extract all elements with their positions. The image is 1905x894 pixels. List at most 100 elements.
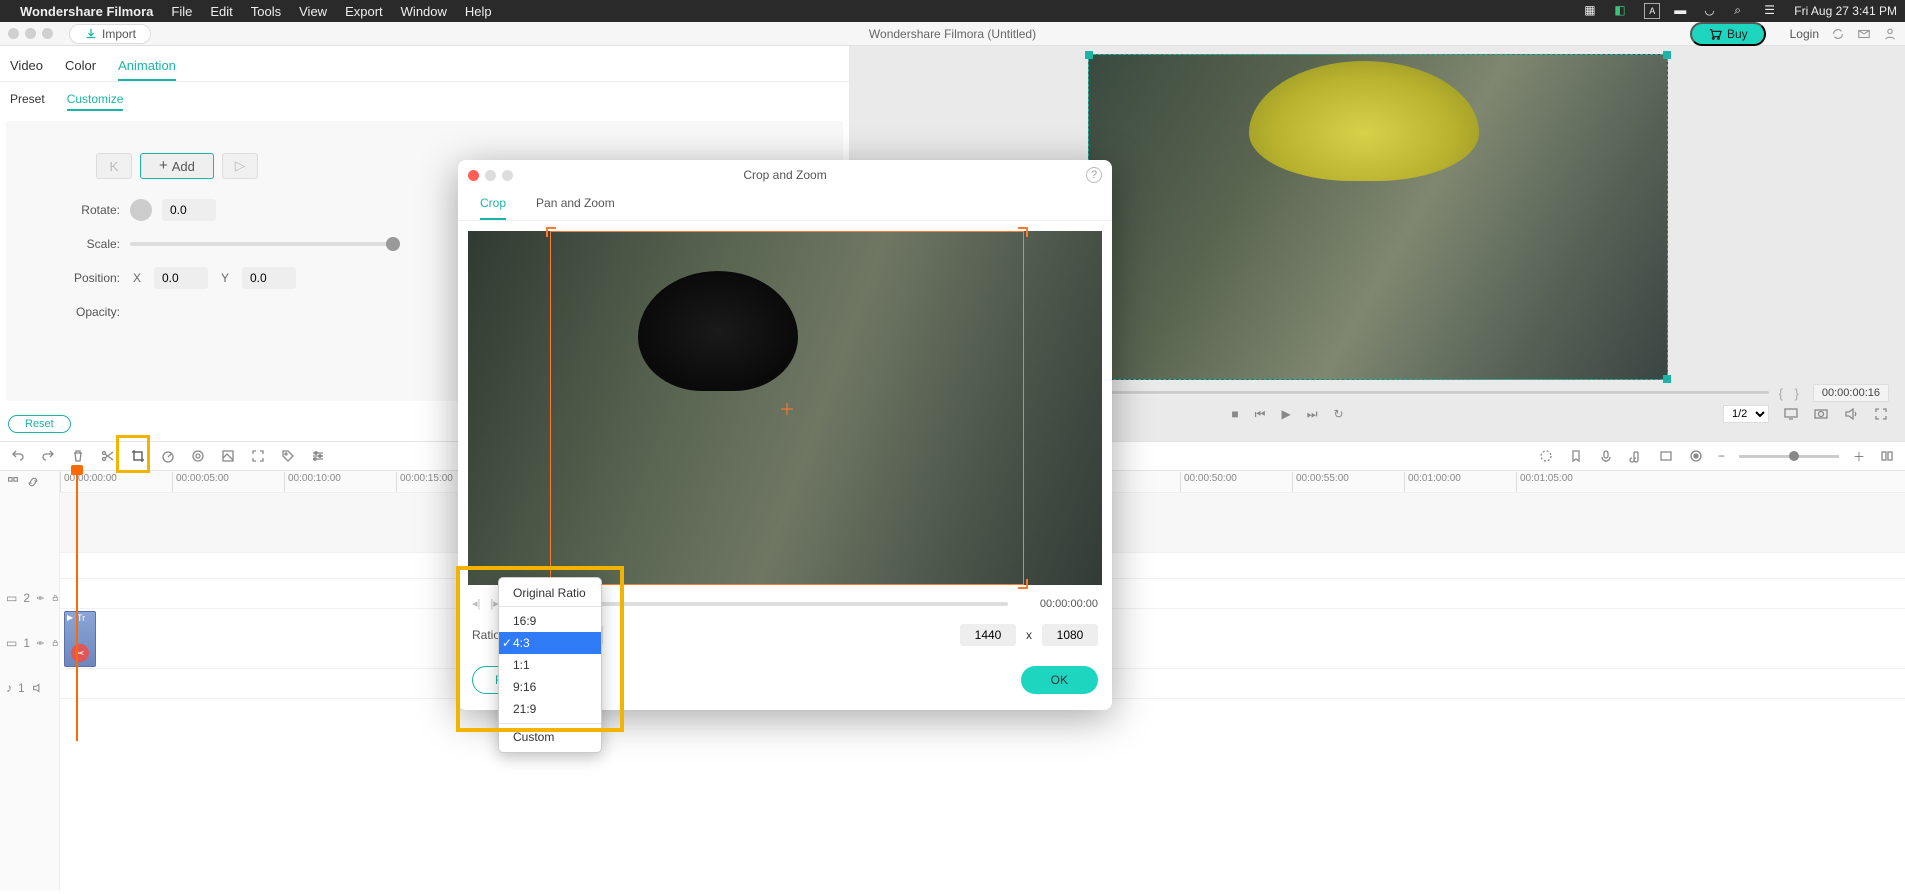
- login-link[interactable]: Login: [1790, 27, 1819, 41]
- tab-video[interactable]: Video: [10, 58, 43, 81]
- ratio-option-4-3[interactable]: 4:3: [499, 632, 601, 654]
- account-icon[interactable]: [1883, 27, 1897, 41]
- resize-handle-br[interactable]: [1663, 375, 1671, 383]
- preview-canvas[interactable]: [1088, 54, 1668, 380]
- status-battery-icon[interactable]: ▬: [1674, 3, 1690, 19]
- mail-icon[interactable]: [1857, 27, 1871, 41]
- voiceover-icon[interactable]: [1598, 448, 1614, 464]
- window-traffic-lights[interactable]: [8, 28, 53, 39]
- track-audio1-mute-icon[interactable]: [31, 681, 45, 695]
- resize-handle-tr[interactable]: [1663, 51, 1671, 59]
- tracks-manage-icon[interactable]: [6, 475, 20, 489]
- status-wifi-icon[interactable]: ◡: [1704, 3, 1720, 19]
- prev-keyframe-button[interactable]: K: [96, 153, 132, 179]
- properties-reset-button[interactable]: Reset: [8, 415, 71, 433]
- resize-handle-tl[interactable]: [1085, 51, 1093, 59]
- audio-icon[interactable]: [1628, 448, 1644, 464]
- track-video2-eye-icon[interactable]: [36, 591, 44, 605]
- menu-export[interactable]: Export: [345, 4, 383, 19]
- subtab-preset[interactable]: Preset: [10, 92, 45, 111]
- crop-preview[interactable]: ＋: [468, 231, 1102, 585]
- render-icon[interactable]: [1658, 448, 1674, 464]
- track-video2-lock-icon[interactable]: [51, 591, 59, 605]
- menu-help[interactable]: Help: [465, 4, 492, 19]
- track-video1-lock-icon[interactable]: [51, 636, 59, 650]
- crop-icon[interactable]: [130, 448, 146, 464]
- tab-color[interactable]: Color: [65, 58, 96, 81]
- track-audio1-icon[interactable]: ♪: [6, 681, 12, 695]
- redo-icon[interactable]: [40, 448, 56, 464]
- add-keyframe-button[interactable]: +Add: [140, 153, 214, 179]
- dialog-traffic-lights[interactable]: [468, 170, 513, 181]
- timeline-clip[interactable]: ▶ Tr ✂: [64, 611, 96, 667]
- crop-handle-br[interactable]: [1018, 579, 1028, 589]
- crop-width-input[interactable]: [960, 624, 1016, 646]
- preview-prev-icon[interactable]: ⏮: [1255, 407, 1266, 422]
- menu-view[interactable]: View: [299, 4, 327, 19]
- status-control-center-icon[interactable]: ☰: [1764, 3, 1780, 19]
- position-y-input[interactable]: [242, 267, 296, 289]
- track-video1-icon[interactable]: ▭: [6, 636, 17, 650]
- next-keyframe-button[interactable]: ▷: [222, 153, 258, 179]
- tab-animation[interactable]: Animation: [118, 58, 176, 81]
- rotate-knob[interactable]: [130, 199, 152, 221]
- tag-icon[interactable]: [280, 448, 296, 464]
- crop-handle-tr[interactable]: [1018, 227, 1028, 237]
- tracks-link-icon[interactable]: [26, 475, 40, 489]
- buy-button[interactable]: Buy: [1690, 22, 1766, 46]
- track-video2-icon[interactable]: ▭: [6, 591, 17, 605]
- zoom-out-icon[interactable]: −: [1718, 449, 1725, 463]
- ratio-option-21-9[interactable]: 21:9: [499, 698, 601, 720]
- zoom-in-icon[interactable]: ＋: [1853, 448, 1865, 465]
- ratio-option-custom[interactable]: Custom: [499, 723, 601, 748]
- subtab-customize[interactable]: Customize: [67, 92, 124, 111]
- import-button[interactable]: Import: [69, 24, 151, 44]
- delete-icon[interactable]: [70, 448, 86, 464]
- record-icon[interactable]: [1688, 448, 1704, 464]
- status-search-icon[interactable]: ⌕: [1734, 3, 1750, 19]
- timeline-zoom-slider[interactable]: [1739, 455, 1839, 458]
- speed-icon[interactable]: [160, 448, 176, 464]
- menu-tools[interactable]: Tools: [251, 4, 281, 19]
- track-video1-eye-icon[interactable]: [36, 636, 44, 650]
- ratio-option-16-9[interactable]: 16:9: [499, 610, 601, 632]
- menu-file[interactable]: File: [171, 4, 192, 19]
- tab-crop[interactable]: Crop: [480, 196, 506, 220]
- preview-volume-icon[interactable]: [1843, 406, 1859, 422]
- tab-pan-zoom[interactable]: Pan and Zoom: [536, 196, 615, 220]
- crop-step-back-icon[interactable]: ◂|: [472, 597, 480, 610]
- ratio-option-9-16[interactable]: 9:16: [499, 676, 601, 698]
- color-icon[interactable]: [190, 448, 206, 464]
- cloud-sync-icon[interactable]: [1831, 27, 1845, 41]
- preview-timecode[interactable]: 00:00:00:16: [1813, 384, 1889, 402]
- adjust-icon[interactable]: [310, 448, 326, 464]
- marker-icon[interactable]: [1568, 448, 1584, 464]
- position-x-input[interactable]: [154, 267, 208, 289]
- split-icon[interactable]: [100, 448, 116, 464]
- preview-next-icon[interactable]: ⏭: [1307, 407, 1318, 422]
- ratio-option-original[interactable]: Original Ratio: [499, 582, 601, 607]
- menubar-clock[interactable]: Fri Aug 27 3:41 PM: [1794, 4, 1897, 18]
- preview-loop-icon[interactable]: ↻: [1334, 407, 1344, 421]
- mixer-icon[interactable]: [1538, 448, 1554, 464]
- crop-height-input[interactable]: [1042, 624, 1098, 646]
- preview-speed-select[interactable]: 1/2: [1723, 405, 1769, 423]
- menu-window[interactable]: Window: [401, 4, 447, 19]
- zoom-fit-icon[interactable]: [1879, 448, 1895, 464]
- preview-snapshot-icon[interactable]: [1813, 406, 1829, 422]
- status-grid-icon[interactable]: ▦: [1584, 3, 1600, 19]
- preview-fullscreen-icon[interactable]: [1873, 406, 1889, 422]
- crop-handle-tl[interactable]: [546, 227, 556, 237]
- undo-icon[interactable]: [10, 448, 26, 464]
- menu-edit[interactable]: Edit: [210, 4, 232, 19]
- preview-display-icon[interactable]: [1783, 406, 1799, 422]
- crop-rectangle[interactable]: ＋: [550, 231, 1024, 585]
- preview-stop-icon[interactable]: ■: [1231, 407, 1238, 421]
- keyframe-icon[interactable]: [250, 448, 266, 464]
- status-filmora-icon[interactable]: ◧: [1614, 3, 1630, 19]
- rotate-input[interactable]: [162, 199, 216, 221]
- dialog-ok-button[interactable]: OK: [1021, 666, 1098, 694]
- dialog-help-icon[interactable]: ?: [1086, 167, 1102, 183]
- clip-split-badge-icon[interactable]: ✂: [71, 644, 89, 662]
- status-a-icon[interactable]: A: [1644, 3, 1660, 19]
